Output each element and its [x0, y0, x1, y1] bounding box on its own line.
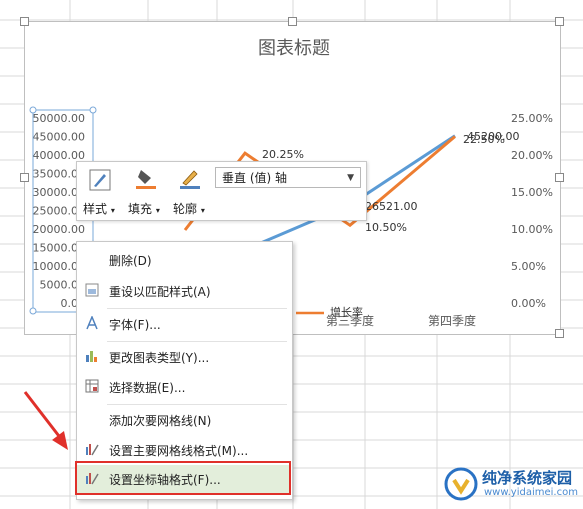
fill-button[interactable]: 填充 ▾ [128, 200, 160, 217]
dropdown-arrow-icon: ▼ [347, 173, 354, 183]
chart-element-select-value: 垂直 (值) 轴 [222, 171, 287, 185]
watermark-title: 纯净系统家园 [482, 469, 573, 487]
watermark: 纯净系统家园 www.yidaimei.com [440, 465, 580, 505]
left-axis-tick-label[interactable]: 50000.00 [33, 112, 86, 125]
selection-handle[interactable] [29, 106, 37, 114]
data-label[interactable]: 20.25% [262, 148, 304, 161]
menu-item-label: 设置主要网格线格式(M)... [109, 444, 249, 458]
watermark-url: www.yidaimei.com [484, 487, 578, 498]
left-axis-tick-label[interactable]: 45000.00 [33, 131, 86, 144]
chevron-down-icon: ▾ [200, 206, 205, 215]
selection-handle[interactable] [29, 307, 37, 315]
chart-resize-handle[interactable] [20, 17, 29, 26]
data-label[interactable]: 10.50% [365, 221, 407, 234]
menu-separator [107, 341, 287, 342]
style-button[interactable]: 样式 ▾ [83, 200, 115, 217]
right-axis-tick-label[interactable]: 15.00% [511, 186, 553, 199]
legend-entry[interactable]: 增长率 [330, 305, 363, 319]
chevron-down-icon: ▾ [110, 206, 115, 215]
menu-item-label: 重设以匹配样式(A) [109, 285, 211, 299]
category-axis-label[interactable]: 第四季度 [428, 313, 476, 328]
menu-item-label: 字体(F)... [109, 318, 161, 332]
reset-style-icon [85, 283, 99, 297]
font-a-icon [86, 316, 98, 330]
menu-item-delete[interactable]: 删除(D) [77, 246, 290, 274]
outline-button[interactable]: 轮廓 ▾ [173, 200, 205, 217]
fill-bucket-icon[interactable] [135, 167, 157, 189]
chart-resize-handle[interactable] [555, 329, 564, 338]
data-label[interactable]: 22.50% [463, 133, 505, 146]
chart-resize-handle[interactable] [288, 17, 297, 26]
chart-element-select[interactable]: 垂直 (值) 轴 ▼ [215, 167, 361, 188]
chart-title[interactable]: 图表标题 [258, 38, 330, 59]
format-mini-toolbar: 样式 ▾ 填充 ▾ 轮廓 ▾ 垂直 (值) 轴 ▼ [76, 161, 367, 221]
right-axis-tick-label[interactable]: 25.00% [511, 112, 553, 125]
outline-label: 轮廓 [173, 202, 198, 216]
fill-label: 填充 [128, 202, 153, 216]
menu-separator [107, 404, 287, 405]
menu-item-reset-style[interactable]: 重设以匹配样式(A) [77, 277, 290, 305]
menu-item-label: 删除(D) [109, 254, 152, 268]
highlight-box [75, 461, 291, 495]
menu-item-format-major-gridlines[interactable]: 设置主要网格线格式(M)... [77, 436, 290, 464]
menu-separator [107, 308, 287, 309]
chevron-down-icon: ▾ [155, 206, 160, 215]
right-axis-tick-label[interactable]: 20.00% [511, 149, 553, 162]
data-table-icon [85, 379, 99, 393]
menu-item-select-data[interactable]: 选择数据(E)... [77, 373, 290, 401]
menu-item-label: 选择数据(E)... [109, 381, 186, 395]
left-axis-tick-label[interactable]: 20000.00 [33, 223, 86, 236]
data-label[interactable]: 26521.00 [365, 200, 418, 213]
style-brush-icon[interactable] [89, 169, 111, 191]
menu-item-add-minor-gridlines[interactable]: 添加次要网格线(N) [77, 406, 290, 434]
menu-item-label: 添加次要网格线(N) [109, 414, 212, 428]
right-axis-tick-label[interactable]: 10.00% [511, 223, 553, 236]
right-axis-tick-label[interactable]: 5.00% [511, 260, 546, 273]
menu-item-change-chart-type[interactable]: 更改图表类型(Y)... [77, 343, 290, 371]
selection-handle[interactable] [89, 106, 97, 114]
chart-resize-handle[interactable] [555, 173, 564, 182]
bar-chart-icon [86, 351, 97, 362]
chart-resize-handle[interactable] [20, 173, 29, 182]
right-axis-tick-label[interactable]: 0.00% [511, 297, 546, 310]
outline-pencil-icon[interactable] [179, 167, 201, 189]
format-gridlines-icon [86, 444, 99, 456]
watermark-logo-icon [444, 467, 478, 501]
menu-item-font[interactable]: 字体(F)... [77, 310, 290, 338]
menu-item-label: 更改图表类型(Y)... [109, 351, 210, 365]
chart-resize-handle[interactable] [555, 17, 564, 26]
style-label: 样式 [83, 202, 108, 216]
